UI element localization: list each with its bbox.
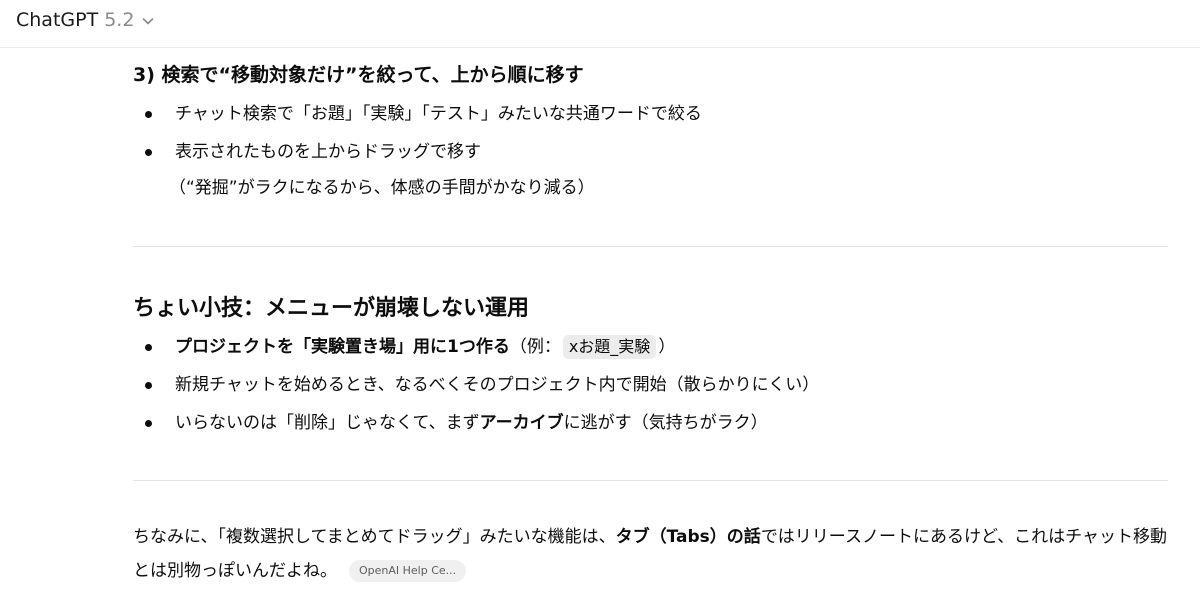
- list-item-bold: プロジェクトを「実験置き場」用に1つ作る: [175, 337, 510, 357]
- model-name: ChatGPT: [16, 9, 99, 31]
- paragraph-text: ちなみに、「複数選択してまとめてドラッグ」みたいな機能は、: [133, 527, 616, 547]
- list-item-bold: アーカイブ: [479, 413, 564, 433]
- section-heading: 3) 検索で“移動対象だけ”を絞って、上から順に移す: [133, 64, 584, 86]
- section3-list: チャット検索で「お題」「実験」「テスト」みたいな共通ワードで絞る 表示されたもの…: [133, 100, 702, 212]
- bullet-icon: [145, 149, 152, 156]
- list-item-text: （例：: [509, 337, 561, 357]
- list-item-text: いらないのは「削除」じゃなくて、まず: [175, 413, 480, 433]
- list-item-text: 表示されたものを上からドラッグで移す: [175, 142, 481, 162]
- bullet-icon: [145, 420, 152, 427]
- paragraph-bold: タブ（Tabs）の話: [615, 527, 761, 547]
- list-item: 表示されたものを上からドラッグで移す （“発掘”がラクになるから、体感の手間がか…: [133, 138, 702, 212]
- inline-code: xお題_実験: [562, 335, 657, 359]
- divider: [133, 246, 1168, 247]
- top-bar: ChatGPT 5.2: [0, 0, 1200, 48]
- model-version: 5.2: [104, 9, 135, 31]
- list-item-text: チャット検索で「お題」「実験」「テスト」みたいな共通ワードで絞る: [175, 104, 702, 124]
- list-item-text: に逃がす（気持ちがラク）: [563, 413, 768, 433]
- divider: [133, 480, 1168, 481]
- closing-paragraph: ちなみに、「複数選択してまとめてドラッグ」みたいな機能は、タブ（Tabs）の話で…: [133, 520, 1168, 588]
- list-item-text: ）: [658, 337, 676, 357]
- list-item-text: 新規チャットを始めるとき、なるべくそのプロジェクト内で開始（散らかりにくい）: [175, 375, 820, 395]
- citation-chip[interactable]: OpenAI Help Ce...: [349, 560, 467, 582]
- list-item: 新規チャットを始めるとき、なるべくそのプロジェクト内で開始（散らかりにくい）: [133, 371, 819, 409]
- tip-heading: ちょい小技：メニューが崩壊しない運用: [133, 296, 530, 321]
- chevron-down-icon: [143, 18, 154, 25]
- model-selector-button[interactable]: ChatGPT 5.2: [10, 6, 162, 34]
- bullet-icon: [145, 382, 152, 389]
- list-item: プロジェクトを「実験置き場」用に1つ作る（例： xお題_実験）: [133, 333, 819, 371]
- bullet-icon: [145, 344, 152, 351]
- list-item-subtext: （“発掘”がラクになるから、体感の手間がかなり減る）: [169, 178, 595, 198]
- list-item: チャット検索で「お題」「実験」「テスト」みたいな共通ワードで絞る: [133, 100, 702, 138]
- bullet-icon: [145, 111, 152, 118]
- tip-list: プロジェクトを「実験置き場」用に1つ作る（例： xお題_実験） 新規チャットを始め…: [133, 333, 819, 447]
- list-item: いらないのは「削除」じゃなくて、まずアーカイブに逃がす（気持ちがラク）: [133, 409, 819, 447]
